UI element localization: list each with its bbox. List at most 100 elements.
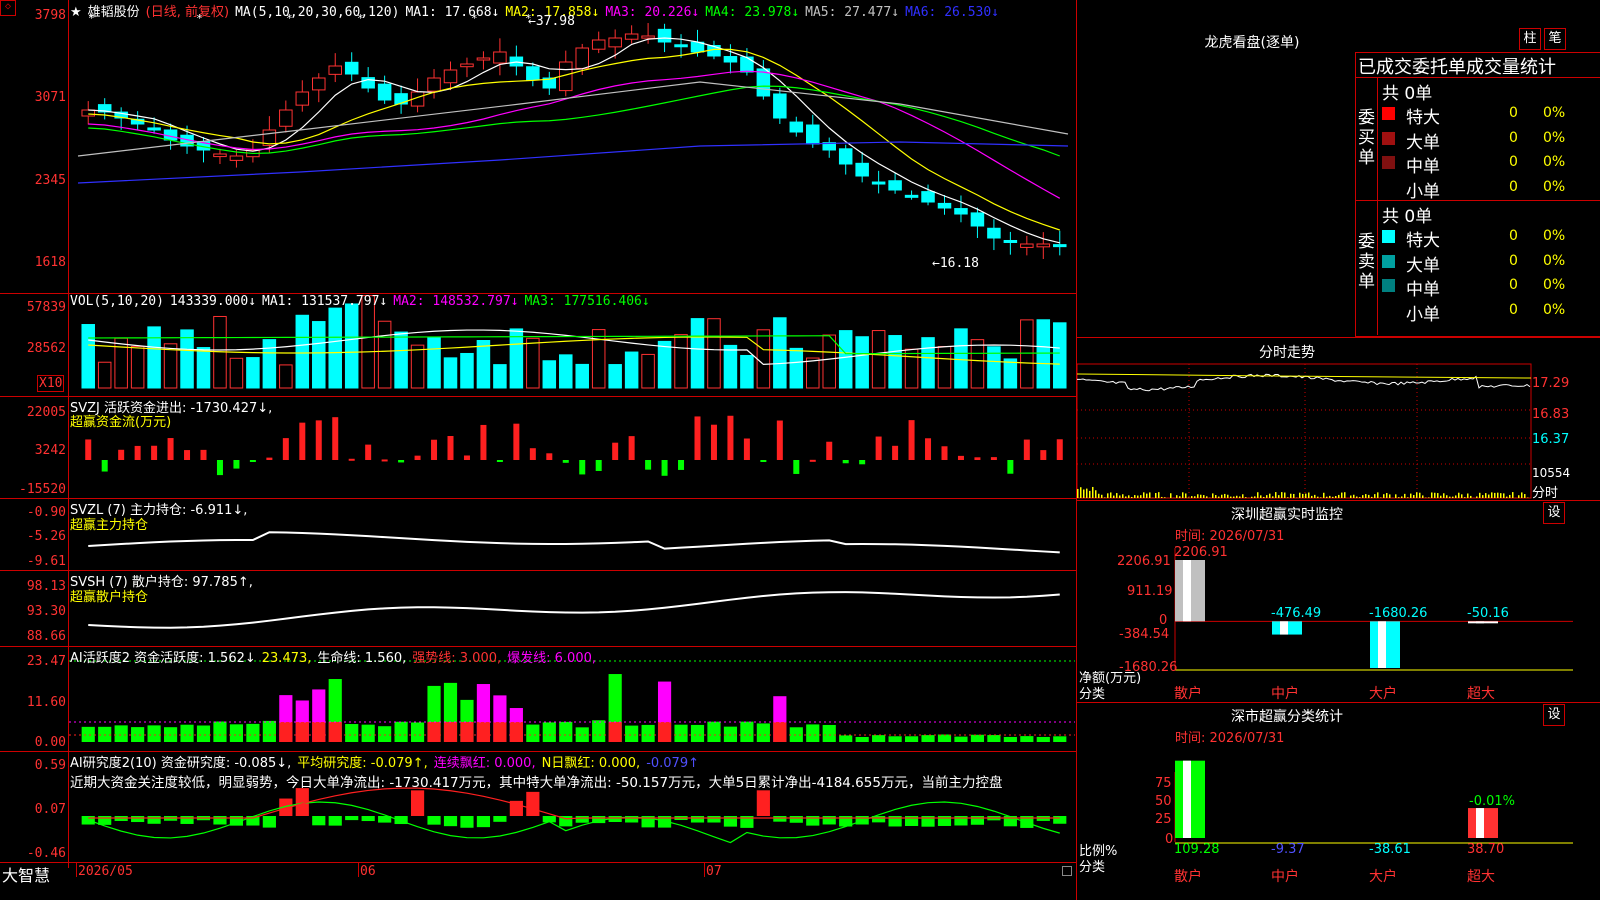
intraday-vol-bar — [1338, 494, 1340, 498]
intraday-vol-bar — [1218, 496, 1220, 498]
ai2-bar — [575, 727, 589, 742]
candle — [526, 66, 540, 81]
research-group — [81, 788, 1067, 828]
intraday-vol-bar — [1341, 492, 1343, 498]
intraday-vol-bar — [1146, 493, 1148, 498]
intraday-vol-bar — [1122, 494, 1124, 498]
ai2-bar — [345, 724, 359, 742]
intraday-vol-bar — [1185, 493, 1187, 498]
ai2-bar — [229, 724, 244, 742]
star-marker: * — [357, 12, 364, 25]
volume-bar — [575, 363, 589, 389]
candle — [147, 127, 161, 131]
research-bar — [147, 816, 161, 824]
volume-bar — [838, 330, 853, 389]
ai2-bar — [262, 720, 276, 742]
svzl-y-axis: -0.90 -5.26 -9.61 — [0, 499, 66, 569]
svzj-bar — [282, 438, 289, 460]
volume-bar — [1003, 358, 1018, 389]
intraday-frame — [1077, 363, 1532, 499]
intraday-vol-bar — [1398, 497, 1400, 498]
candle — [460, 63, 474, 68]
svzl-subtitle: 超赢主力持仓 — [70, 518, 149, 533]
svzj-bar — [118, 449, 125, 460]
intraday-vol-bar — [1227, 494, 1229, 498]
vol-title: VOL(5,10,20) — [70, 294, 164, 309]
monitor-value-label: -1680.26 — [1369, 606, 1428, 621]
intraday-vol-bar — [1233, 496, 1235, 498]
candle — [789, 121, 804, 133]
intraday-vol-bar — [1080, 487, 1082, 498]
volume-bar — [921, 337, 935, 389]
volume-bar — [443, 357, 458, 389]
volume-bar — [773, 317, 787, 389]
volume-bar — [246, 357, 260, 389]
candle — [855, 162, 869, 177]
svzj-y-axis: 22005 3242 -15520 — [0, 397, 66, 497]
research-nday: N日飘红: 0.000, — [541, 756, 641, 771]
vol-ma-label-1: MA1: 131537.797↓ — [262, 294, 388, 309]
candle — [377, 83, 392, 101]
candle — [312, 77, 326, 91]
ai2-life: 生命线: 1.560, — [317, 651, 407, 666]
intraday-price-line — [1077, 373, 1531, 392]
monitor-category: 中户 — [1271, 686, 1299, 702]
svzj-bar — [595, 460, 602, 471]
svzj-bar — [381, 459, 388, 462]
intraday-vol-bar — [1299, 492, 1301, 498]
intraday-vol-bar — [1323, 492, 1325, 498]
ai2-bar-red — [493, 722, 507, 742]
ai2-bar-red — [657, 722, 672, 742]
monitor-y-label: -384.54 — [1119, 627, 1170, 642]
ai2-bar — [559, 721, 573, 742]
intraday-vol-bar — [1449, 496, 1451, 498]
research-bar — [443, 816, 458, 827]
candle — [871, 181, 886, 185]
intraday-vol-bar — [1215, 495, 1217, 498]
candle — [1003, 239, 1018, 243]
candle — [295, 91, 310, 106]
svzj-bar — [332, 417, 339, 460]
lock-icon[interactable] — [1062, 866, 1072, 876]
svzj-bar — [546, 453, 553, 460]
volume-bar — [855, 336, 869, 389]
intraday-vol-bar — [1230, 496, 1232, 498]
volume-bar — [707, 318, 721, 389]
volume-bar — [608, 364, 622, 389]
volume-bar — [377, 320, 392, 389]
research-avg: 平均研究度: -0.079↑, — [297, 756, 428, 771]
volume-bar — [789, 347, 804, 389]
candle — [229, 155, 244, 161]
candle — [591, 39, 606, 50]
research-y-axis: 0.59 0.07 -0.46 — [0, 752, 66, 862]
svzj-bar — [875, 436, 882, 460]
ai2-bar — [970, 734, 985, 742]
right-panels: 龙虎看盘(逐单) 柱 笔 已成交委托单成交量统计 委买单 委卖单 共 0单 共 … — [1077, 0, 1600, 900]
intraday-vol-bar — [1236, 495, 1238, 498]
intraday-vol-bar — [1335, 496, 1337, 498]
chart-area[interactable]: ★ 雄韬股份 (日线, 前复权) MA(5,10,20,30,60,120) MA1: … — [0, 0, 1077, 900]
research-bar — [575, 816, 589, 823]
intraday-vol-bar — [1371, 496, 1373, 498]
intraday-vol-bar — [1284, 492, 1286, 498]
intraday-vol-bar — [1113, 495, 1115, 498]
candle — [674, 44, 688, 48]
svzj-bar — [562, 460, 569, 463]
candle — [806, 124, 820, 145]
y-label: -0.46 — [26, 846, 66, 861]
y-label: -5.26 — [26, 529, 66, 544]
svzj-bar — [200, 449, 207, 460]
intraday-vol-bar — [1278, 495, 1280, 498]
ai2-bar — [196, 725, 211, 742]
research-last: -0.079↑ — [646, 756, 699, 771]
svzj-bar — [85, 439, 92, 460]
monitor-value-label: -476.49 — [1271, 606, 1322, 621]
candle — [608, 37, 622, 48]
candle — [493, 51, 507, 64]
vol-unit-badge[interactable]: X10 — [37, 375, 65, 392]
ai2-bar — [806, 724, 820, 742]
vol-value: 143339.000↓ — [169, 294, 257, 309]
intraday-vol-bar — [1332, 496, 1334, 498]
ai2-bar — [904, 736, 919, 742]
app-logo[interactable]: 大智慧 — [2, 862, 50, 886]
